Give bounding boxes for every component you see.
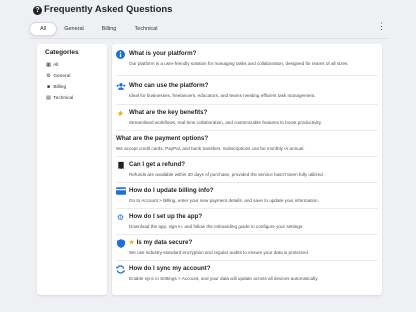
grid-icon: ▦ bbox=[46, 62, 51, 68]
faq-item[interactable]: How do I update billing info? Go to Acco… bbox=[112, 185, 382, 207]
faq-divider bbox=[116, 75, 378, 76]
gear-icon: ⚙ bbox=[116, 213, 125, 222]
help-circle-icon: ? bbox=[33, 6, 42, 15]
faq-answer: Our platform is a user-friendly solution… bbox=[129, 61, 349, 66]
categories-sidebar: Categories ▦ All ⚙ General ■ Billing ▤ T… bbox=[37, 44, 107, 295]
sidebar-item-label: All bbox=[53, 63, 59, 68]
faq-answer: Refunds are available within 30 days of … bbox=[129, 172, 324, 177]
sidebar-item-billing[interactable]: ■ Billing bbox=[45, 82, 66, 92]
page-title: Frequently Asked Questions bbox=[44, 4, 173, 15]
sidebar-item-technical[interactable]: ▤ Technical bbox=[45, 93, 73, 103]
faq-answer: We use industry-standard encryption and … bbox=[129, 250, 309, 255]
faq-item[interactable]: What are the payment options? We accept … bbox=[112, 133, 382, 155]
more-options-icon[interactable]: ⋮ bbox=[377, 22, 386, 36]
sidebar-title: Categories bbox=[45, 49, 79, 56]
faq-answer: Go to Account > Billing, enter your new … bbox=[129, 198, 319, 203]
credit-card-icon bbox=[116, 187, 126, 196]
faq-list: What is your platform? Our platform is a… bbox=[112, 44, 382, 295]
faq-question: Who can use the platform? bbox=[129, 82, 209, 89]
tab-technical[interactable]: Technical bbox=[131, 22, 161, 36]
star-icon: ★ bbox=[129, 239, 135, 246]
faq-answer: Streamlined workflows, real-time collabo… bbox=[129, 120, 322, 125]
sidebar-item-label: Technical bbox=[53, 96, 74, 101]
faq-item[interactable]: How do I sync my account? Enable sync in… bbox=[112, 263, 382, 287]
faq-divider bbox=[116, 182, 378, 183]
shield-icon bbox=[116, 239, 125, 248]
tab-billing[interactable]: Billing bbox=[97, 22, 121, 36]
tab-all[interactable]: All bbox=[29, 22, 57, 36]
star-icon: ★ bbox=[116, 109, 125, 118]
faq-question: What is your platform? bbox=[129, 50, 197, 57]
faq-item[interactable]: Can I get a refund? Refunds are availabl… bbox=[112, 159, 382, 181]
faq-answer: We accept credit cards, PayPal, and bank… bbox=[116, 146, 305, 151]
faq-divider bbox=[116, 260, 378, 261]
faq-question: How do I sync my account? bbox=[129, 265, 211, 272]
faq-answer: Ideal for businesses, freelancers, educa… bbox=[129, 93, 316, 98]
page-header: ? Frequently Asked Questions bbox=[0, 0, 416, 20]
header-divider bbox=[29, 38, 389, 39]
faq-question: How do I update billing info? bbox=[129, 187, 214, 194]
faq-divider bbox=[116, 104, 378, 105]
refund-icon bbox=[116, 161, 125, 170]
list-icon: ▤ bbox=[46, 95, 51, 101]
faq-divider bbox=[116, 208, 378, 209]
faq-question: What are the payment options? bbox=[116, 135, 209, 142]
faq-question: How do I set up the app? bbox=[129, 213, 203, 220]
faq-divider bbox=[116, 156, 378, 157]
faq-item[interactable]: Who can use the platform? Ideal for busi… bbox=[112, 80, 382, 102]
faq-divider bbox=[116, 234, 378, 235]
faq-question: What are the key benefits? bbox=[129, 109, 208, 116]
faq-question: ★ Is my data secure? bbox=[129, 239, 193, 246]
faq-item[interactable]: What is your platform? Our platform is a… bbox=[112, 48, 382, 72]
settings-icon: ⚙ bbox=[46, 73, 51, 79]
faq-answer: Download the app, sign in, and follow th… bbox=[129, 224, 304, 229]
faq-item[interactable]: ⚙ How do I set up the app? Download the … bbox=[112, 211, 382, 233]
faq-divider bbox=[116, 130, 378, 131]
sync-icon bbox=[116, 265, 125, 274]
faq-question: Can I get a refund? bbox=[129, 161, 186, 168]
faq-item[interactable]: ★ What are the key benefits? Streamlined… bbox=[112, 107, 382, 129]
lock-icon: ■ bbox=[46, 84, 51, 90]
info-icon bbox=[116, 50, 125, 59]
sidebar-item-label: General bbox=[53, 74, 71, 79]
sidebar-item-all[interactable]: ▦ All bbox=[45, 60, 58, 70]
faq-item[interactable]: ★ Is my data secure? We use industry-stan… bbox=[112, 237, 382, 259]
tab-general[interactable]: General bbox=[61, 22, 87, 36]
sidebar-item-general[interactable]: ⚙ General bbox=[45, 71, 70, 81]
users-icon bbox=[116, 82, 126, 91]
sidebar-item-label: Billing bbox=[53, 85, 67, 90]
faq-answer: Enable sync in Settings > Account, and y… bbox=[129, 276, 319, 281]
